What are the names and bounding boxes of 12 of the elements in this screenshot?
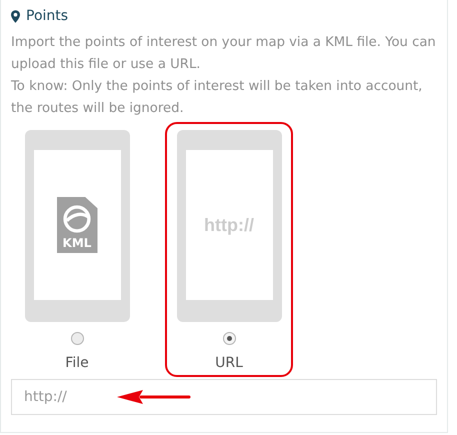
description-text: To know: Only the points of interest will be taken into account, the routes will be ignored. — [11, 78, 424, 118]
radio-button[interactable] — [222, 332, 236, 345]
option-label: File — [65, 355, 89, 371]
map-pin-icon — [11, 10, 20, 22]
section-title: Points — [26, 8, 68, 24]
description-text: Import the points of interest on your map via a KML file. You can upload this file or use a URL. — [11, 34, 437, 74]
kml-file-icon: KML — [56, 197, 98, 253]
arrow-icon — [117, 389, 191, 405]
phone-drawing[interactable]: KML — [24, 130, 130, 322]
option-label: URL — [215, 355, 243, 371]
url-input-field[interactable]: http:// — [11, 379, 437, 415]
radio-button[interactable] — [70, 332, 84, 345]
